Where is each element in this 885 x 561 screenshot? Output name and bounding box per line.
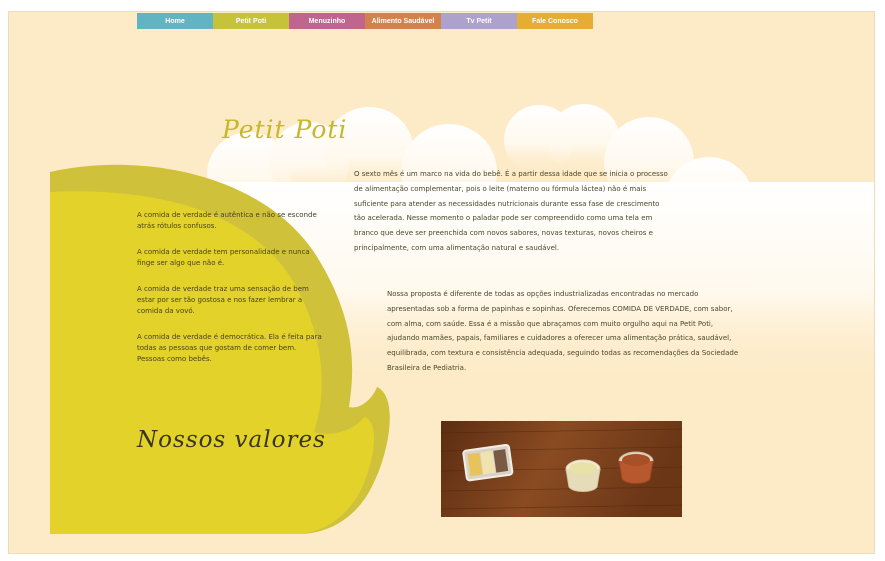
page: Home Petit Poti Menuzinho Alimento Saudá…: [9, 12, 874, 553]
value-item: A comida de verdade é autêntica e não se…: [137, 210, 322, 232]
nav-menuzinho[interactable]: Menuzinho: [289, 13, 365, 29]
nav-tv-petit[interactable]: Tv Petit: [441, 13, 517, 29]
value-highlight: A comida de verdade é autêntica: [137, 211, 254, 219]
nav-petit-poti[interactable]: Petit Poti: [213, 13, 289, 29]
value-item: A comida de verdade é democrática. Ela é…: [137, 332, 322, 365]
brand-logo[interactable]: Petit Poti: [222, 115, 347, 144]
values-list: A comida de verdade é autêntica e não se…: [137, 210, 322, 380]
nav-fale-conosco[interactable]: Fale Conosco: [517, 13, 593, 29]
value-item: A comida de verdade tem personalidade e …: [137, 247, 322, 269]
intro-paragraph-1: O sexto mês é um marco na vida do bebê. …: [354, 170, 668, 252]
nav-alimento-saudavel[interactable]: Alimento Saudável: [365, 13, 441, 29]
nav-home[interactable]: Home: [137, 13, 213, 29]
intro-paragraph-2: Nossa proposta é diferente de todas as o…: [387, 290, 739, 372]
value-item: A comida de verdade traz uma sensação de…: [137, 284, 322, 317]
value-highlight: A comida de verdade é democrática.: [137, 333, 267, 341]
values-title: Nossos valores: [137, 427, 326, 453]
main-nav: Home Petit Poti Menuzinho Alimento Saudá…: [137, 13, 593, 29]
value-text: por ser tão gostosa e nos fazer lembrar …: [137, 296, 303, 315]
value-highlight: A comida de verdade tem personalidade: [137, 248, 280, 256]
food-photo: [441, 421, 682, 517]
